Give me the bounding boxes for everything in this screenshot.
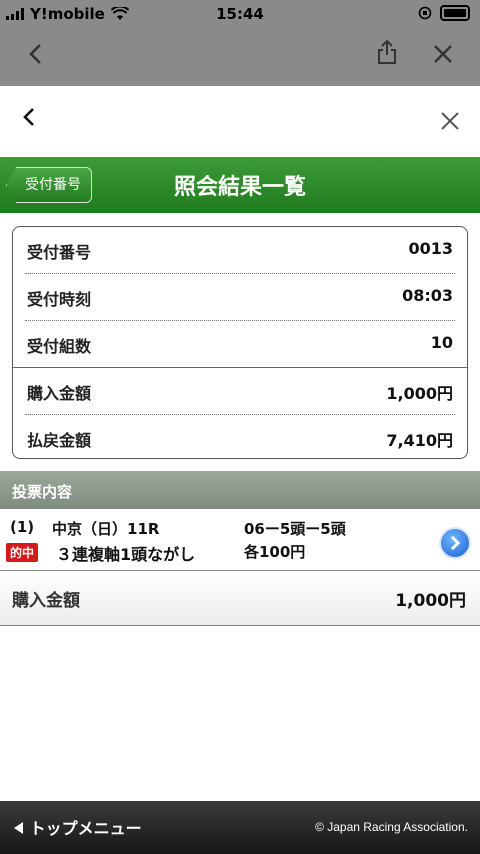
bet-combination: 06ー5頭ー5頭 [244,520,346,538]
browser-back-button[interactable] [28,38,44,74]
orientation-lock-icon [418,6,432,20]
title-bar: 受付番号 照会結果一覧 [0,157,480,213]
top-menu-label: トップメニュー [29,819,142,838]
footer-bar: トップメニュー © Japan Racing Association. [0,801,480,854]
bet-race: 中京（日）11R [52,520,160,538]
summary-row-set-count: 受付組数 10 [13,321,467,367]
browser-toolbar [0,28,480,86]
summary-label: 受付番号 [27,243,92,262]
summary-label: 購入金額 [27,384,92,403]
clock: 15:44 [216,5,264,23]
bets-section-header: 投票内容 [0,471,480,509]
status-right [418,5,470,21]
top-menu-link[interactable]: トップメニュー [12,815,142,839]
win-badge: 的中 [6,543,39,562]
summary-label: 受付時刻 [27,290,92,309]
section-title: 投票内容 [12,483,73,501]
bet-amount: 各100円 [244,543,306,561]
summary-value: 7,410円 [386,431,453,450]
summary-row-receipt-time: 受付時刻 08:03 [13,274,467,320]
bet-list-item[interactable]: (1) 中京（日）11R 06ー5頭ー5頭 的中 ３連複軸1頭ながし 各100円 [0,510,480,568]
close-icon [434,45,452,63]
summary-row-payout-amount: 払戻金額 7,410円 [13,415,467,458]
summary-value: 08:03 [402,286,453,305]
bet-type: ３連複軸1頭ながし [56,545,196,564]
total-purchase-row: 購入金額 1,000円 [0,570,480,626]
summary-row-purchase-amount: 購入金額 1,000円 [13,368,467,414]
triangle-left-icon [14,822,23,834]
page-back-button[interactable] [22,100,36,135]
summary-box: 受付番号 0013 受付時刻 08:03 受付組数 10 購入金額 1,000円… [12,226,468,459]
page-close-button[interactable] [440,100,460,140]
summary-value: 10 [430,333,453,352]
copyright: © Japan Racing Association. [315,820,468,834]
chevron-left-icon [29,44,41,64]
browser-close-button[interactable] [432,38,454,74]
total-label: 購入金額 [12,591,80,611]
bet-detail-chevron-icon[interactable] [439,527,471,559]
chevron-right-icon [450,535,461,551]
summary-row-receipt-number: 受付番号 0013 [13,227,467,273]
battery-icon [440,5,470,21]
summary-value: 1,000円 [386,384,453,403]
bet-number: (1) [10,518,35,536]
summary-value: 0013 [408,239,453,258]
share-icon [378,39,396,64]
status-bar: Y!mobile 15:44 [0,0,480,28]
browser-share-button[interactable] [376,38,398,74]
total-value: 1,000円 [395,591,466,611]
close-icon [441,112,459,130]
chevron-left-icon [23,108,34,126]
page-title: 照会結果一覧 [173,175,306,200]
summary-label: 払戻金額 [27,431,92,450]
summary-label: 受付組数 [27,337,92,356]
page-header [0,86,480,156]
